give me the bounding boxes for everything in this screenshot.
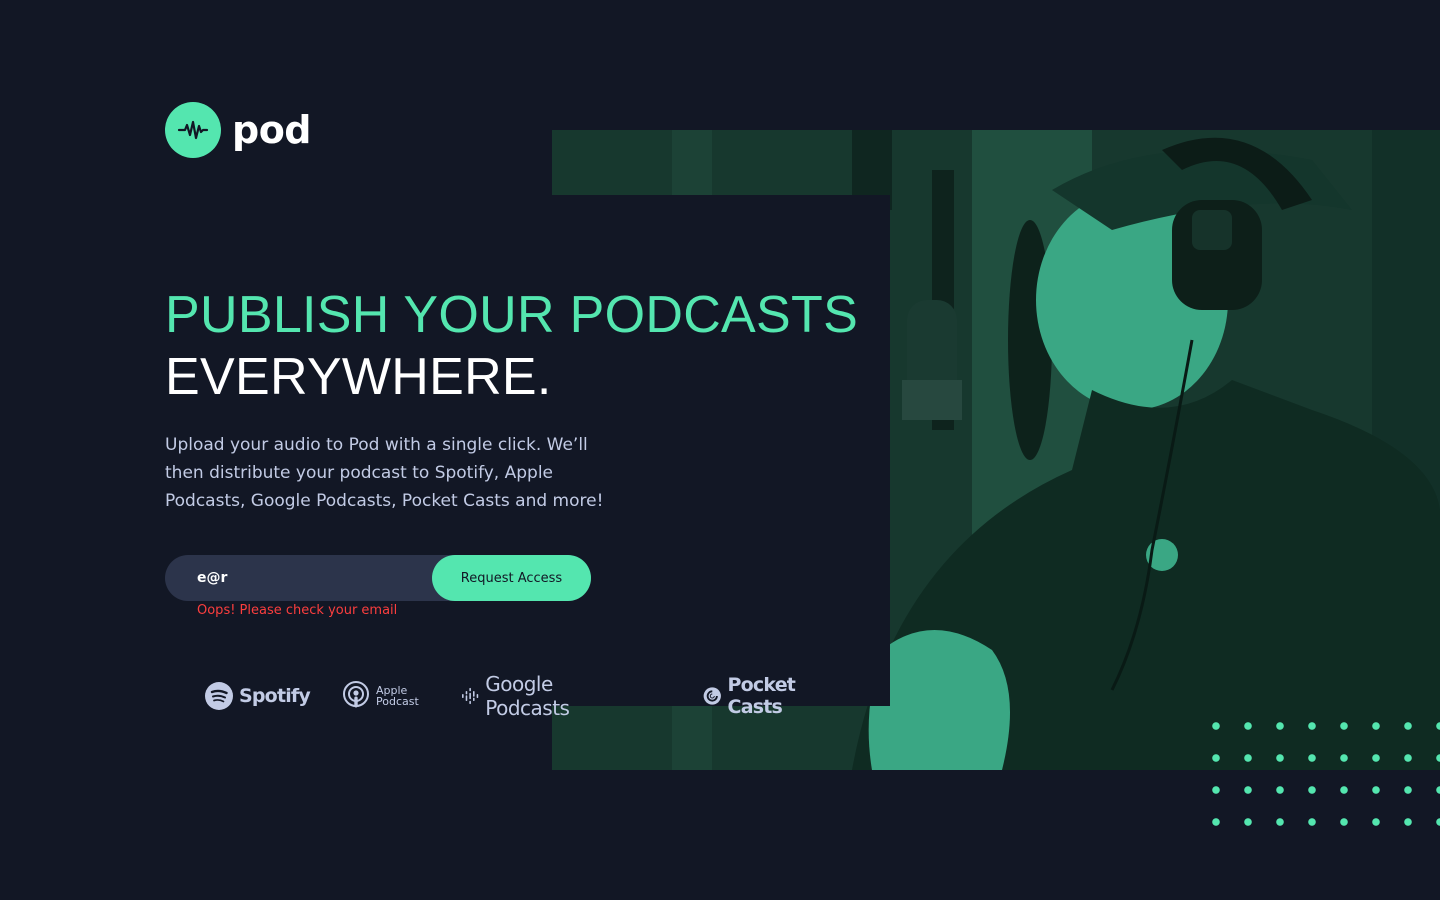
apple-podcast-logo: Apple Podcast [342, 678, 419, 714]
google-podcasts-icon [462, 687, 479, 705]
apple-podcast-label-line2: Podcast [376, 695, 419, 708]
hero-heading: PUBLISH YOUR PODCASTS EVERYWHERE. [165, 284, 858, 408]
pocket-casts-icon [703, 687, 721, 705]
apple-podcast-label: Apple Podcast [376, 685, 419, 707]
google-podcasts-logo: Google Podcasts [461, 672, 581, 720]
spotify-label: Spotify [239, 685, 311, 707]
hero-title-plain: EVERYWHERE. [165, 348, 552, 406]
spotify-icon [205, 682, 233, 710]
request-access-form: Request Access [165, 555, 591, 601]
apple-podcast-icon [343, 681, 369, 708]
hero-description: Upload your audio to Pod with a single c… [165, 435, 604, 511]
google-podcasts-label: Google Podcasts [485, 672, 570, 720]
brand-name: pod [232, 108, 312, 152]
request-access-button[interactable]: Request Access [432, 555, 591, 601]
pocket-casts-label: Pocket Casts [727, 674, 796, 718]
hero-title-accent: PUBLISH YOUR PODCASTS [165, 286, 859, 344]
hero-photo [552, 130, 1440, 770]
email-error-message: Oops! Please check your email [197, 603, 398, 618]
email-input[interactable] [165, 555, 465, 601]
brand-logo[interactable]: pod [165, 102, 312, 158]
spotify-logo: Spotify [205, 678, 311, 714]
decorative-dot-grid [1204, 716, 1440, 828]
pocket-casts-logo: Pocket Casts [703, 674, 807, 718]
waveform-icon [165, 102, 221, 158]
